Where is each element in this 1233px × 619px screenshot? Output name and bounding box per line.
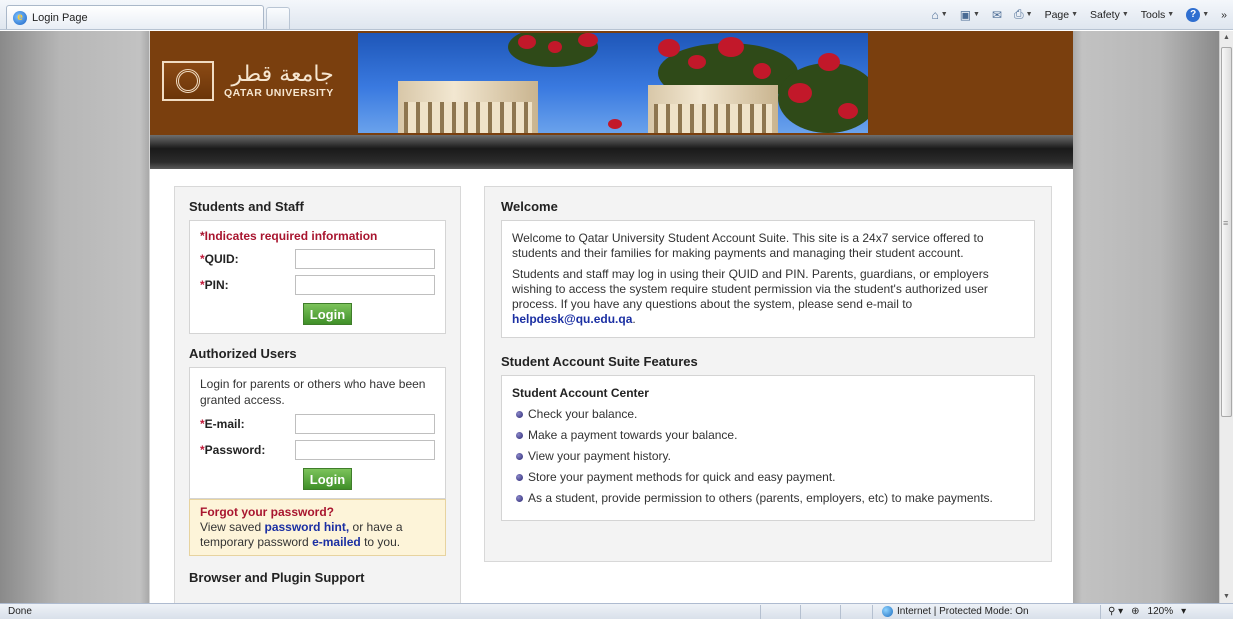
welcome-box: Welcome to Qatar University Student Acco… [501,220,1035,338]
chevron-down-icon: ▾ [1181,606,1187,617]
authorized-login-form: Login for parents or others who have bee… [189,367,446,499]
status-bar: Done Internet | Protected Mode: On ⚲ ▾ ⊕… [0,603,1233,619]
campus-photo [358,33,868,133]
list-item: View your payment history. [512,449,1024,464]
chevron-down-icon: ▼ [1202,11,1210,18]
globe-icon [882,606,893,617]
feeds-button[interactable]: ▣ ▼ [960,8,980,22]
zoom-control[interactable]: ⚲ ▾ ⊕ 120% ▾ [1108,606,1186,617]
welcome-heading: Welcome [501,199,558,214]
welcome-paragraph-1: Welcome to Qatar University Student Acco… [512,231,984,260]
account-center-subheading: Student Account Center [512,386,649,400]
password-label: *Password: [200,443,266,457]
password-input[interactable] [295,440,435,460]
list-item: Make a payment towards your balance. [512,428,1024,443]
protected-mode-icon: ⚲ ▾ [1108,606,1124,617]
quid-input[interactable] [295,249,435,269]
list-item: Store your payment methods for quick and… [512,470,1024,485]
nav-band [150,135,1073,169]
logo-arabic-text: جامعة قطر [231,62,334,87]
new-tab-button[interactable] [266,7,290,29]
student-login-button[interactable]: Login [303,303,352,325]
helpdesk-email-link[interactable]: helpdesk@qu.edu.qa [512,312,632,326]
quid-label: *QUID: [200,252,239,266]
chevron-down-icon: ▼ [1025,11,1033,18]
features-heading: Student Account Suite Features [501,354,698,369]
home-icon: ⌂ [931,7,939,22]
features-list: Check your balance. Make a payment towar… [512,407,1024,506]
safety-menu[interactable]: Safety ▼ [1090,9,1129,21]
university-emblem-icon [162,61,214,101]
welcome-panel: Welcome Welcome to Qatar University Stud… [484,186,1052,562]
zoom-icon: ⊕ [1131,606,1140,617]
zone-text: Internet | Protected Mode: On [897,606,1029,617]
scrollbar-thumb[interactable] [1221,47,1232,417]
page-menu[interactable]: Page ▼ [1045,9,1078,21]
mail-icon: ✉ [991,7,1003,22]
page-content: جامعة قطر QATAR UNIVERSITY Students and … [150,31,1073,603]
mail-button[interactable]: ✉ [992,8,1002,22]
zoom-level: 120% [1147,606,1174,617]
ie-page-icon: e [13,10,27,25]
email-label: *E-mail: [200,417,245,431]
required-info-note: *Indicates required information [200,229,378,243]
student-login-form: *Indicates required information *QUID: *… [189,220,446,334]
features-box: Student Account Center Check your balanc… [501,375,1035,521]
tab-title: Login Page [32,11,88,24]
feed-icon: ▣ [959,7,972,22]
home-button[interactable]: ⌂ ▼ [932,8,948,22]
pin-input[interactable] [295,275,435,295]
password-hint-link[interactable]: password hint, [265,520,350,534]
authorized-description: Login for parents or others who have bee… [200,377,426,407]
qatar-university-logo[interactable]: جامعة قطر QATAR UNIVERSITY [162,61,334,101]
pin-label: *PIN: [200,278,229,292]
login-panel: Students and Staff *Indicates required i… [174,186,461,603]
browser-support-heading: Browser and Plugin Support [189,570,365,585]
scroll-up-icon[interactable]: ▲ [1222,34,1231,41]
emailed-password-link[interactable]: e-mailed [312,535,361,549]
email-input[interactable] [295,414,435,434]
browser-viewport: جامعة قطر QATAR UNIVERSITY Students and … [0,31,1219,603]
help-icon: ? [1186,7,1201,22]
authorized-users-heading: Authorized Users [189,346,297,361]
chevron-down-icon: ▼ [1071,11,1079,18]
list-item: Check your balance. [512,407,1024,422]
browser-tab-login-page[interactable]: e Login Page [6,5,264,29]
help-menu[interactable]: ? ▼ [1186,7,1210,22]
chevron-down-icon: ▼ [1167,11,1175,18]
tools-menu[interactable]: Tools ▼ [1141,9,1174,21]
status-text: Done [8,606,32,617]
list-item: As a student, provide permission to othe… [512,491,1024,506]
site-banner: جامعة قطر QATAR UNIVERSITY [150,31,1073,135]
print-button[interactable]: ⎙ ▼ [1014,7,1033,22]
command-bar: ⌂ ▼ ▣ ▼ ✉ ⎙ ▼ Page ▼ Safety ▼ Tools ▼ ? ▼ » [932,7,1227,22]
logo-english-text: QATAR UNIVERSITY [224,87,334,99]
vertical-scrollbar[interactable]: ▲ ▼ [1219,31,1233,603]
chevron-down-icon: ▼ [973,11,980,18]
authorized-login-button[interactable]: Login [303,468,352,490]
security-zone[interactable]: Internet | Protected Mode: On [882,606,1029,617]
printer-icon: ⎙ [1014,7,1024,21]
scroll-down-icon[interactable]: ▼ [1222,593,1231,600]
students-staff-heading: Students and Staff [189,199,304,214]
forgot-password-box: Forgot your password? View saved passwor… [189,499,446,556]
chevron-down-icon: ▼ [940,11,948,18]
browser-tab-bar: e Login Page ⌂ ▼ ▣ ▼ ✉ ⎙ ▼ Page ▼ Safety ▼ To… [0,0,1233,30]
welcome-paragraph-2: Students and staff may log in using thei… [512,267,989,326]
forgot-password-title: Forgot your password? [200,505,335,519]
chevron-down-icon: ▼ [1121,11,1129,18]
more-commands-chevron[interactable]: » [1221,9,1227,21]
